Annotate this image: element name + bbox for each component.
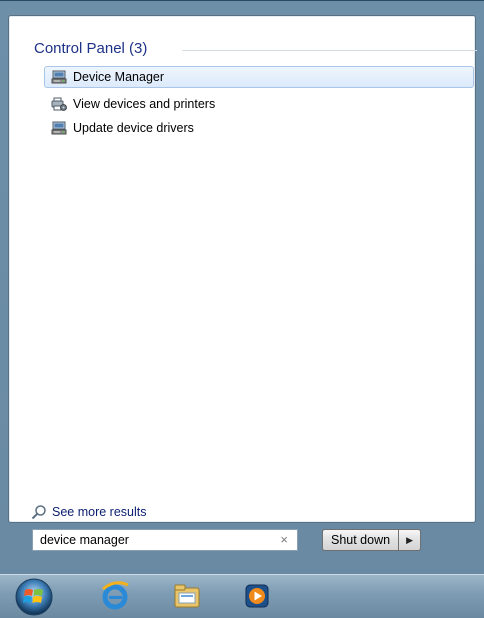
internet-explorer-icon[interactable]: [98, 579, 132, 613]
result-label: Update device drivers: [73, 121, 194, 135]
start-orb-icon[interactable]: [14, 577, 54, 617]
devices-printers-icon: [51, 97, 67, 111]
see-more-label: See more results: [52, 505, 147, 519]
search-box[interactable]: ×: [32, 529, 298, 551]
start-menu: Control Panel (3) Device Manager View de…: [0, 0, 484, 575]
result-view-devices-and-printers[interactable]: View devices and printers: [44, 93, 474, 115]
clear-search-icon[interactable]: ×: [280, 532, 288, 547]
windows-explorer-icon[interactable]: [170, 579, 204, 613]
search-input[interactable]: [33, 531, 260, 549]
media-player-icon[interactable]: [240, 579, 274, 613]
result-label: Device Manager: [73, 70, 165, 84]
shutdown-options-arrow-icon[interactable]: ▶: [399, 529, 422, 551]
device-manager-icon: [51, 70, 67, 84]
shut-down-button[interactable]: Shut down: [322, 529, 400, 551]
group-header-control-panel[interactable]: Control Panel (3): [34, 40, 147, 57]
search-results-pane: Control Panel (3) Device Manager View de…: [8, 15, 477, 523]
result-update-device-drivers[interactable]: Update device drivers: [44, 117, 474, 139]
see-more-results-link[interactable]: See more results: [31, 504, 146, 520]
device-manager-icon: [51, 121, 67, 135]
magnifier-icon: [31, 505, 46, 520]
result-label: View devices and printers: [73, 97, 216, 111]
taskbar: [0, 574, 484, 618]
power-controls: Shut down ▶: [322, 529, 422, 551]
group-divider: [182, 50, 477, 51]
result-device-manager[interactable]: Device Manager: [44, 66, 474, 88]
